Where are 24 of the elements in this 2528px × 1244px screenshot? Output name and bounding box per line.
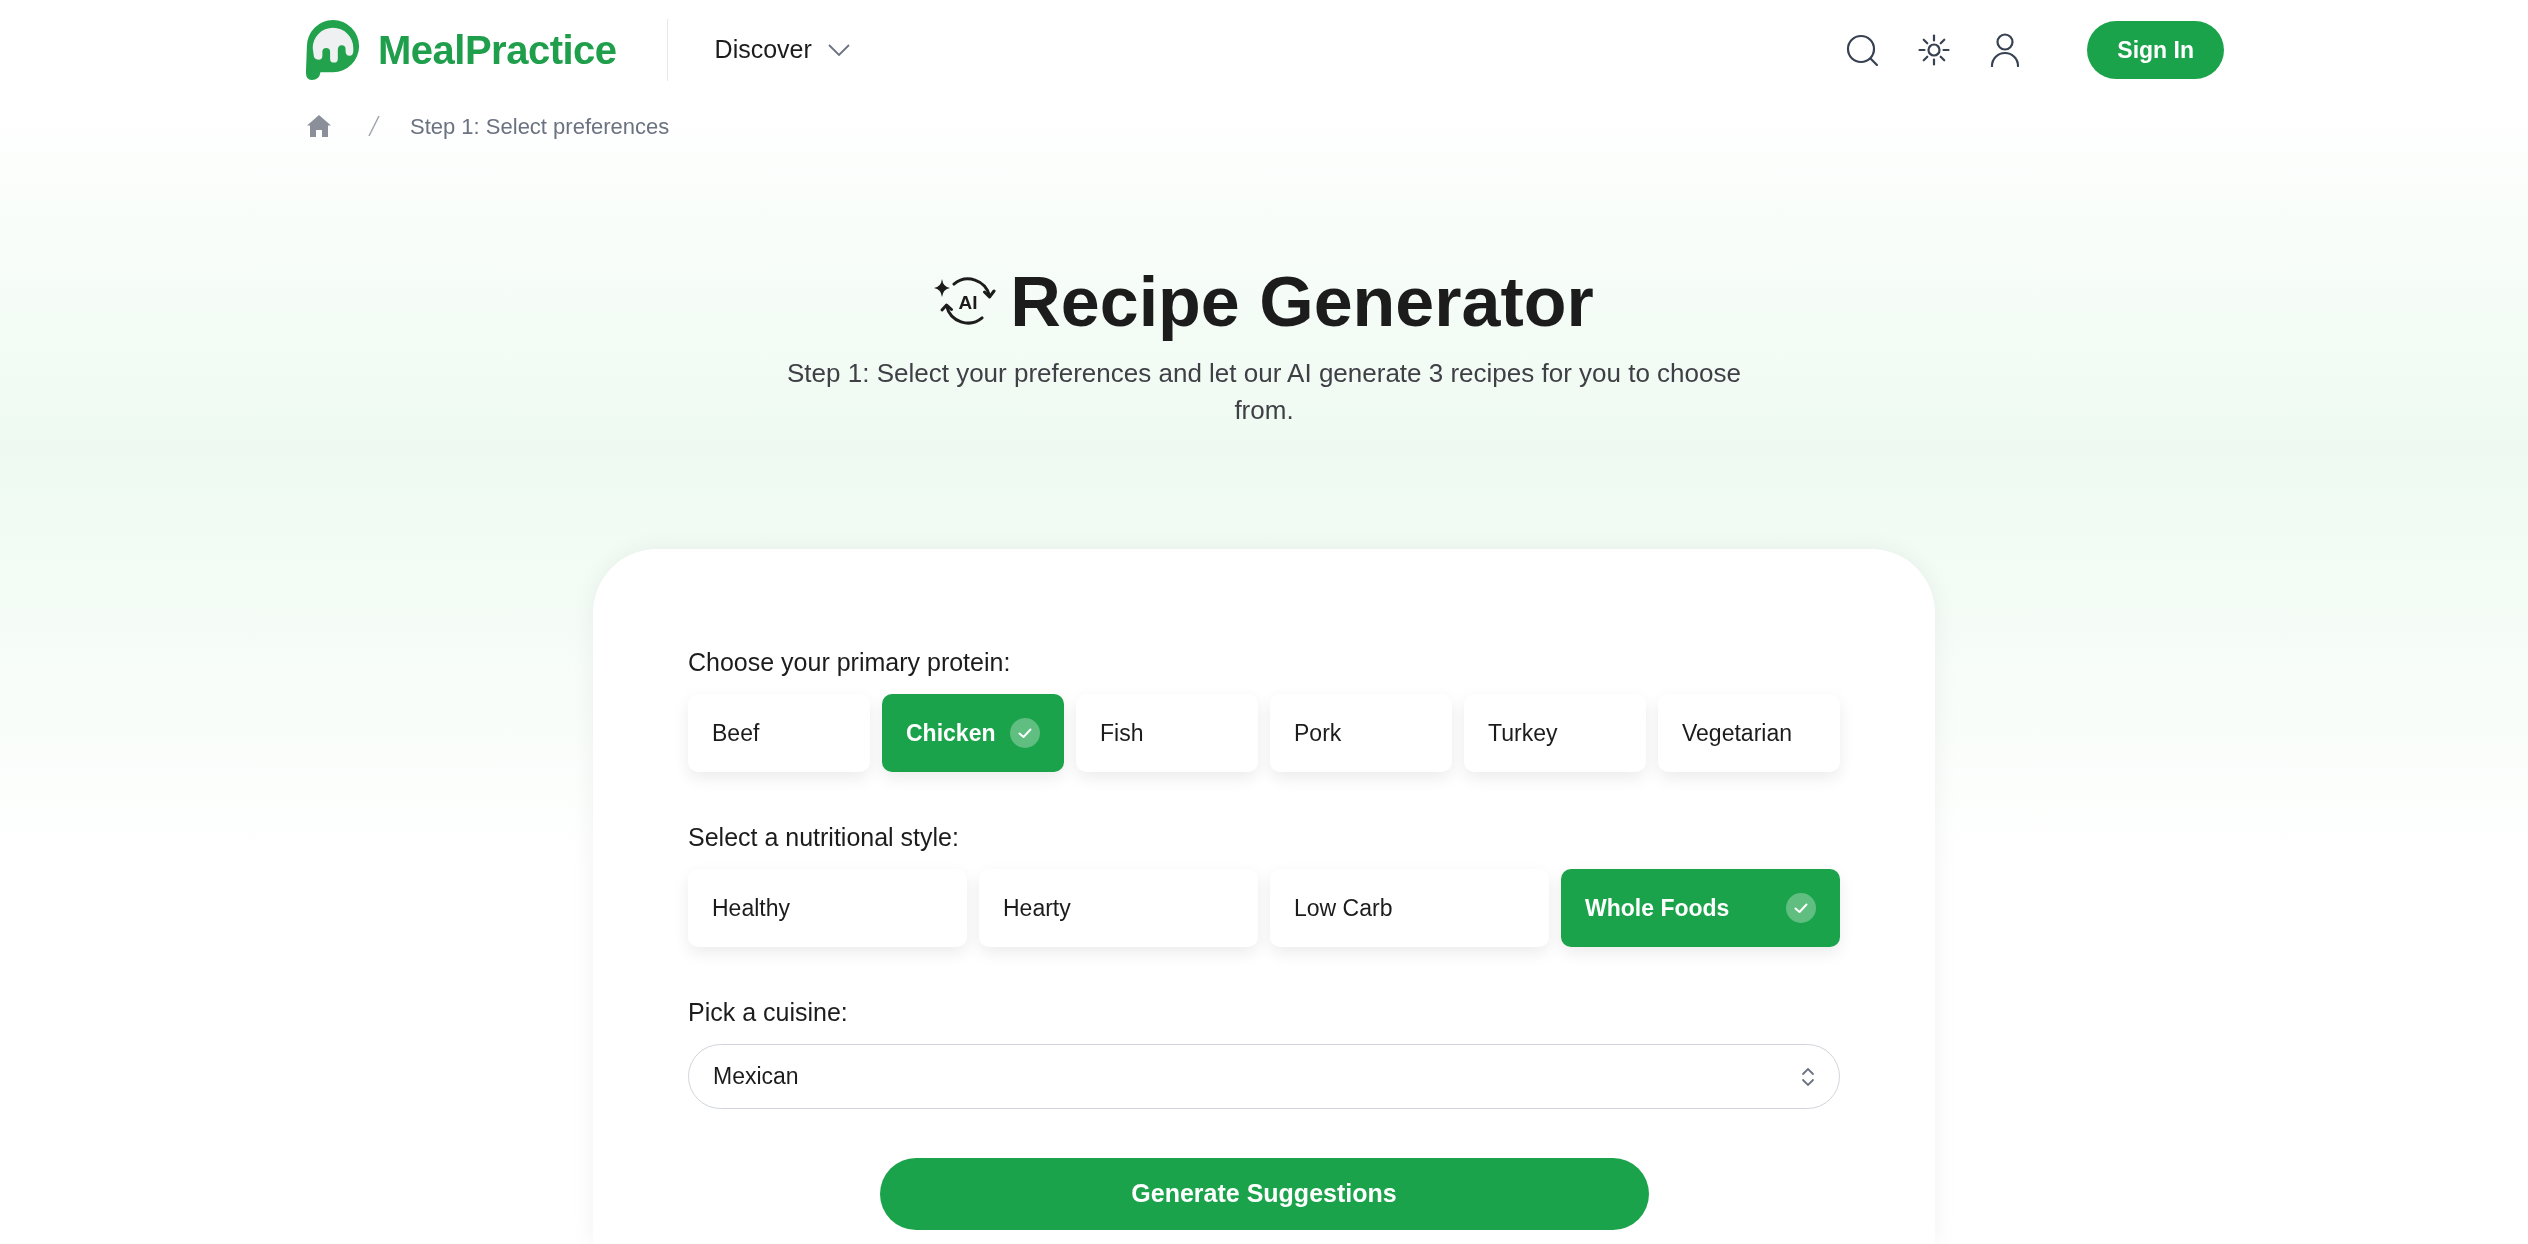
option-button[interactable]: Turkey bbox=[1464, 694, 1646, 772]
option-button[interactable]: Fish bbox=[1076, 694, 1258, 772]
field-label: Pick a cuisine: bbox=[688, 997, 849, 1028]
option-button[interactable]: Beef bbox=[688, 694, 870, 772]
field-label: Choose your primary protein: bbox=[688, 647, 1012, 678]
option-button[interactable]: Vegetarian bbox=[1658, 694, 1840, 772]
dropdown-select[interactable]: Mexican bbox=[688, 1044, 1840, 1109]
user-icon[interactable] bbox=[1990, 33, 2021, 67]
option-button[interactable]: Pork bbox=[1270, 694, 1452, 772]
option-button[interactable]: Low Carb bbox=[1270, 869, 1549, 947]
search-icon[interactable] bbox=[1846, 34, 1879, 66]
sun-icon[interactable] bbox=[1918, 34, 1951, 66]
breadcrumb-item: Step 1: Select preferences bbox=[410, 112, 670, 141]
check-icon bbox=[1786, 893, 1816, 923]
option-button[interactable]: Healthy bbox=[688, 869, 967, 947]
logo-icon[interactable] bbox=[304, 19, 362, 81]
check-icon bbox=[1010, 718, 1040, 748]
page-subtitle: Step 1: Select your preferences and let our AI generate 3 recipes for you to choose from. bbox=[786, 357, 1742, 427]
chevron-down-icon bbox=[827, 44, 850, 56]
home-icon[interactable] bbox=[306, 114, 332, 138]
separator-icon bbox=[368, 115, 380, 137]
option-button[interactable]: Hearty bbox=[979, 869, 1258, 947]
nav-dropdown[interactable]: Discover bbox=[714, 31, 850, 69]
field-label: Select a nutritional style: bbox=[688, 822, 960, 853]
